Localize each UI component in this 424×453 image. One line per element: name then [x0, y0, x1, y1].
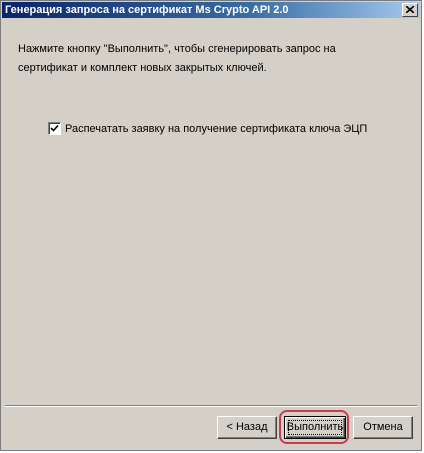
print-request-checkbox[interactable]	[48, 122, 61, 135]
execute-button-label: Выполнить	[286, 421, 344, 433]
close-button[interactable]	[402, 3, 418, 17]
print-request-label: Распечатать заявку на получение сертифик…	[65, 122, 368, 135]
title-bar[interactable]: Генерация запроса на сертификат Ms Crypt…	[2, 2, 420, 18]
execute-button[interactable]: Выполнить	[284, 416, 346, 439]
back-button[interactable]: < Назад	[217, 416, 277, 439]
instruction-line-1: Нажмите кнопку "Выполнить", чтобы сгенер…	[18, 43, 336, 55]
print-request-option[interactable]: Распечатать заявку на получение сертифик…	[48, 122, 367, 135]
dialog-window: Генерация запроса на сертификат Ms Crypt…	[0, 0, 422, 451]
close-icon	[406, 6, 414, 13]
cancel-button[interactable]: Отмена	[353, 416, 413, 439]
instruction-line-2: сертификат и комплект новых закрытых клю…	[18, 62, 267, 74]
checkmark-icon	[50, 124, 59, 132]
footer-separator	[5, 405, 417, 407]
window-title: Генерация запроса на сертификат Ms Crypt…	[5, 4, 289, 16]
